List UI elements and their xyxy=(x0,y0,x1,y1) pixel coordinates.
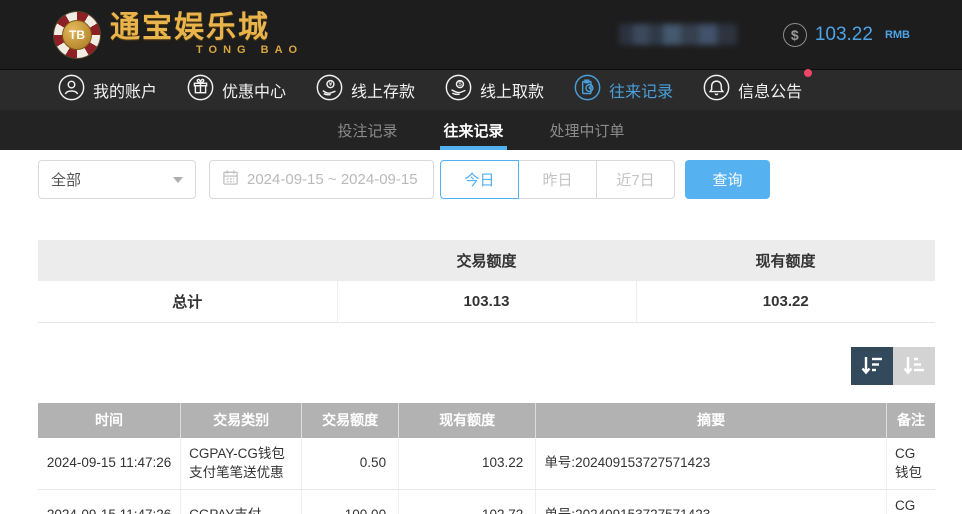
cell-time: 2024-09-15 11:47:26 xyxy=(38,438,181,490)
balance-display[interactable]: $ 103.22 RMB xyxy=(783,23,910,47)
cell-type: CGPAY-CG钱包支付笔笔送优惠 xyxy=(181,438,302,490)
sort-ascending-button[interactable] xyxy=(893,347,935,385)
summary-total-label: 总计 xyxy=(38,281,337,322)
record-tabs: 投注记录 往来记录 处理中订单 xyxy=(0,110,962,150)
date-range-value: 2024-09-15 ~ 2024-09-15 xyxy=(247,171,418,188)
nav-item-withdraw[interactable]: $ 线上取款 xyxy=(445,74,544,106)
withdraw-icon: $ xyxy=(445,74,472,106)
summary-table: 交易额度 现有额度 总计 103.13 103.22 xyxy=(38,240,935,323)
gift-icon xyxy=(187,74,214,106)
deposit-icon: ¥ xyxy=(316,74,343,106)
summary-total-balance: 103.22 xyxy=(636,281,935,322)
cell-remark: CG钱包 xyxy=(887,489,935,514)
cell-amount: 0.50 xyxy=(302,438,399,490)
quick-range-yesterday[interactable]: 昨日 xyxy=(518,160,597,199)
nav-item-announcements[interactable]: 信息公告 xyxy=(703,74,802,106)
bell-icon xyxy=(703,74,730,106)
dollar-circle-icon: $ xyxy=(783,23,807,47)
chevron-down-icon xyxy=(173,177,183,183)
balance-currency: RMB xyxy=(885,29,910,41)
col-header-summary: 摘要 xyxy=(536,403,887,438)
summary-total-transaction: 103.13 xyxy=(337,281,636,322)
sort-descending-button[interactable] xyxy=(851,347,893,385)
quick-range-last7days[interactable]: 近7日 xyxy=(596,160,675,199)
user-icon xyxy=(58,74,85,106)
type-select-value: 全部 xyxy=(51,169,81,190)
cell-amount: 100.00 xyxy=(302,489,399,514)
nav-item-transaction-records[interactable]: 往来记录 xyxy=(574,74,673,106)
col-header-type: 交易类别 xyxy=(181,403,302,438)
records-table: 时间 交易类别 交易额度 现有额度 摘要 备注 2024-09-15 11:47… xyxy=(38,403,935,514)
nav-item-label: 往来记录 xyxy=(609,78,673,102)
type-select[interactable]: 全部 xyxy=(38,160,196,199)
nav-item-my-account[interactable]: 我的账户 xyxy=(58,74,157,106)
notification-dot xyxy=(804,69,812,77)
casino-chip-icon: TB xyxy=(54,12,100,58)
tab-label: 往来记录 xyxy=(443,120,503,141)
col-header-remark: 备注 xyxy=(887,403,935,438)
records-icon xyxy=(574,74,601,106)
summary-header-row: 交易额度 现有额度 xyxy=(38,240,935,281)
nav-item-label: 线上取款 xyxy=(480,78,544,102)
cell-balance: 102.72 xyxy=(399,489,536,514)
nav-item-deposit[interactable]: ¥ 线上存款 xyxy=(316,74,415,106)
summary-header-empty xyxy=(38,240,337,281)
record-row: 2024-09-15 11:47:26 CGPAY-CG钱包支付笔笔送优惠 0.… xyxy=(38,438,935,490)
tab-betting-records[interactable]: 投注记录 xyxy=(334,110,400,150)
quick-range-today[interactable]: 今日 xyxy=(440,160,519,199)
balance-amount: 103.22 xyxy=(815,24,873,46)
main-nav: 我的账户 优惠中心 ¥ 线上存款 $ 线上取款 xyxy=(0,69,962,110)
top-header: TB 通宝娱乐城 TONG BAO $ 103.22 RMB xyxy=(0,0,962,69)
chip-label: TB xyxy=(62,20,92,50)
cell-remark: CG钱包 xyxy=(887,438,935,490)
nav-item-label: 线上存款 xyxy=(351,78,415,102)
username-blurred xyxy=(619,24,737,45)
svg-text:$: $ xyxy=(458,81,462,88)
col-header-balance: 现有额度 xyxy=(399,403,536,438)
svg-text:¥: ¥ xyxy=(329,81,333,88)
sort-controls xyxy=(38,347,935,385)
cell-balance: 103.22 xyxy=(399,438,536,490)
col-header-amount: 交易额度 xyxy=(302,403,399,438)
brand-name-cn: 通宝娱乐城 xyxy=(110,13,303,43)
cell-time: 2024-09-15 11:47:26 xyxy=(38,489,181,514)
tab-label: 处理中订单 xyxy=(550,120,625,141)
nav-item-label: 信息公告 xyxy=(738,78,802,102)
tab-label: 投注记录 xyxy=(337,120,397,141)
cell-summary: 单号:202409153727571423 xyxy=(536,438,887,490)
summary-total-row: 总计 103.13 103.22 xyxy=(38,281,935,322)
cell-type: CGPAY支付 xyxy=(181,489,302,514)
date-range-input[interactable]: 2024-09-15 ~ 2024-09-15 xyxy=(209,160,434,199)
filter-bar: 全部 2024-09-15 ~ 2024-09-15 今日 昨日 近7日 查询 xyxy=(38,160,935,199)
quick-range-group: 今日 昨日 近7日 xyxy=(440,160,675,199)
brand-name-en: TONG BAO xyxy=(196,45,303,56)
query-button[interactable]: 查询 xyxy=(685,160,770,199)
nav-item-promotions[interactable]: 优惠中心 xyxy=(187,74,286,106)
records-header-row: 时间 交易类别 交易额度 现有额度 摘要 备注 xyxy=(38,403,935,438)
col-header-time: 时间 xyxy=(38,403,181,438)
main-content: 全部 2024-09-15 ~ 2024-09-15 今日 昨日 近7日 查询 xyxy=(0,150,962,514)
summary-header-balance: 现有额度 xyxy=(636,240,935,281)
nav-item-label: 我的账户 xyxy=(93,78,157,102)
tab-processing-orders[interactable]: 处理中订单 xyxy=(547,110,628,150)
record-row: 2024-09-15 11:47:26 CGPAY支付 100.00 102.7… xyxy=(38,489,935,514)
calendar-icon xyxy=(222,169,239,190)
cell-summary: 单号:202409153727571423 xyxy=(536,489,887,514)
tab-transaction-records[interactable]: 往来记录 xyxy=(440,110,506,150)
brand-logo[interactable]: TB 通宝娱乐城 TONG BAO xyxy=(54,12,303,58)
nav-item-label: 优惠中心 xyxy=(222,78,286,102)
summary-header-transaction: 交易额度 xyxy=(337,240,636,281)
